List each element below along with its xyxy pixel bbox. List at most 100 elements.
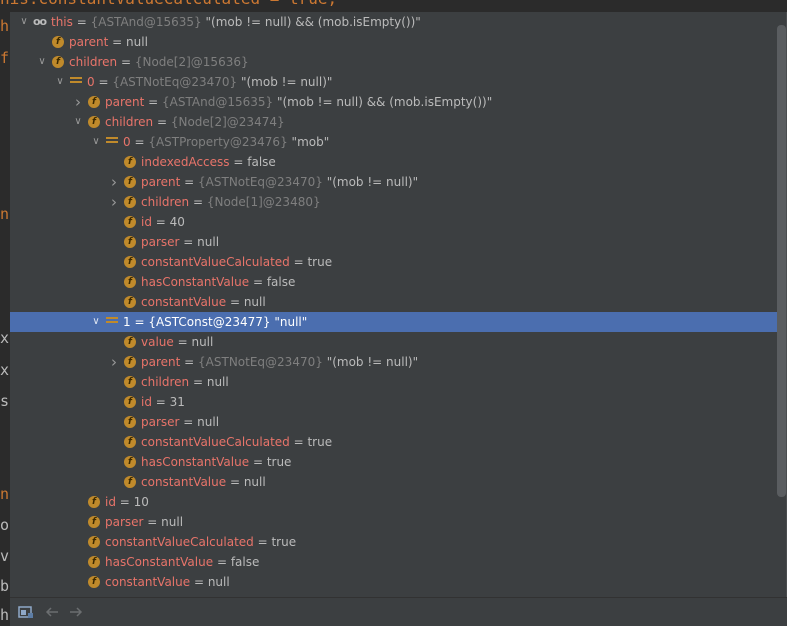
variable-name: children — [141, 195, 190, 209]
tree-row[interactable]: f hasConstantValue = false — [10, 272, 777, 292]
tree-row[interactable]: › f children = {Node[1]@23480} — [10, 192, 777, 212]
tree-row[interactable]: f id = 40 — [10, 212, 777, 232]
tree-row[interactable]: ∨ 0 = {ASTNotEq@23470} "(mob != null)" — [10, 72, 777, 92]
field-icon: f — [124, 276, 136, 288]
chevron-down-icon[interactable]: ∨ — [36, 52, 48, 72]
field-icon: f — [88, 496, 100, 508]
variable-value: false — [247, 155, 276, 169]
tree-row[interactable]: f id = 10 — [10, 492, 777, 512]
tree-row[interactable]: › f parent = {ASTNotEq@23470} "(mob != nul… — [10, 172, 777, 192]
variable-name: id — [141, 215, 152, 229]
gutter-char: x — [0, 329, 10, 347]
tree-row[interactable]: f constantValueCalculated = true — [10, 432, 777, 452]
field-icon: f — [88, 516, 100, 528]
variable-value: "(mob != null) && (mob.isEmpty())" — [276, 95, 493, 109]
tree-row-text: children = {Node[1]@23480} — [141, 195, 321, 209]
variable-value: null — [243, 295, 266, 309]
variable-name: this — [51, 15, 73, 29]
tree-row[interactable]: f constantValue = null — [10, 472, 777, 492]
field-icon: f — [124, 216, 136, 228]
chevron-down-icon[interactable]: ∨ — [90, 132, 102, 152]
field-icon: f — [88, 576, 100, 588]
variable-value: null — [191, 335, 214, 349]
chevron-right-icon[interactable]: › — [108, 352, 120, 372]
chevron-down-icon[interactable]: ∨ — [18, 12, 30, 32]
variable-name: children — [141, 375, 190, 389]
tree-row-text: id = 40 — [141, 215, 185, 229]
editor-gutter: hfnxxsnovbh — [0, 12, 10, 623]
field-icon: f — [52, 56, 64, 68]
gutter-char: o — [0, 516, 10, 534]
variable-value: true — [271, 535, 297, 549]
tree-row[interactable]: f parser = null — [10, 512, 777, 532]
chevron-down-icon[interactable]: ∨ — [90, 312, 102, 332]
tree-row[interactable]: f parent = null — [10, 32, 777, 52]
tree-row[interactable]: f parser = null — [10, 232, 777, 252]
variable-type: {ASTAnd@15635} — [90, 15, 202, 29]
debugger-variables-panel[interactable]: ∨ oo this = {ASTAnd@15635} "(mob != null) … — [10, 12, 787, 597]
tree-row-text: children = {Node[2]@23474} — [105, 115, 285, 129]
chevron-down-icon[interactable]: ∨ — [54, 72, 66, 92]
variable-name: id — [105, 495, 116, 509]
field-icon: f — [88, 116, 100, 128]
array-element-icon — [106, 317, 118, 327]
variable-value: true — [307, 255, 333, 269]
tree-row[interactable]: f parser = null — [10, 412, 777, 432]
tree-row[interactable]: › f parent = {ASTNotEq@23470} "(mob != nul… — [10, 352, 777, 372]
variable-value: null — [206, 375, 229, 389]
tree-row[interactable]: ∨ 1 = {ASTConst@23477} "null" — [10, 312, 777, 332]
field-icon: f — [124, 416, 136, 428]
tree-row[interactable]: ∨ f children = {Node[2]@23474} — [10, 112, 777, 132]
field-icon: f — [124, 336, 136, 348]
tree-row[interactable]: › f parent = {ASTAnd@15635} "(mob != null)… — [10, 92, 777, 112]
variable-value: 31 — [169, 395, 185, 409]
tree-row[interactable]: f constantValueCalculated = true — [10, 532, 777, 552]
code-text: his.constantValueCalculated = true; — [0, 0, 337, 8]
variable-name: children — [69, 55, 118, 69]
chevron-down-icon[interactable]: ∨ — [72, 112, 84, 132]
variable-value: true — [266, 455, 292, 469]
tree-row[interactable]: f constantValue = null — [10, 572, 777, 592]
chevron-right-icon[interactable]: › — [72, 92, 84, 112]
field-icon: f — [124, 256, 136, 268]
vertical-scrollbar[interactable] — [777, 25, 786, 497]
tree-row[interactable]: f constantValueCalculated = true — [10, 252, 777, 272]
variable-name: children — [105, 115, 154, 129]
watch-icon: oo — [33, 15, 47, 28]
tree-row-text: parser = null — [105, 515, 184, 529]
variable-type: {Node[1]@23480} — [206, 195, 321, 209]
tree-row[interactable]: f hasConstantValue = true — [10, 452, 777, 472]
variable-name: 0 — [123, 135, 131, 149]
forward-arrow-icon[interactable] — [68, 604, 84, 620]
field-icon: f — [52, 36, 64, 48]
layout-icon[interactable] — [18, 604, 34, 620]
variable-name: parser — [105, 515, 144, 529]
variable-type: {Node[2]@23474} — [170, 115, 285, 129]
tree-row-text: indexedAccess = false — [141, 155, 276, 169]
back-arrow-icon[interactable] — [44, 604, 60, 620]
editor-code-line: his.constantValueCalculated = true; — [0, 0, 787, 12]
variable-name: constantValueCalculated — [141, 435, 290, 449]
chevron-right-icon[interactable]: › — [108, 192, 120, 212]
tree-row[interactable]: f hasConstantValue = false — [10, 552, 777, 572]
tree-row-text: parser = null — [141, 415, 220, 429]
variable-value: null — [207, 575, 230, 589]
tree-row[interactable]: f children = null — [10, 372, 777, 392]
tree-row[interactable]: ∨ f children = {Node[2]@15636} — [10, 52, 777, 72]
tree-row[interactable]: f value = null — [10, 332, 777, 352]
tree-row-text: hasConstantValue = false — [141, 275, 296, 289]
tree-row[interactable]: ∨ 0 = {ASTProperty@23476} "mob" — [10, 132, 777, 152]
tree-row[interactable]: ∨ oo this = {ASTAnd@15635} "(mob != null) … — [10, 12, 777, 32]
gutter-char: n — [0, 485, 10, 503]
variable-name: constantValueCalculated — [141, 255, 290, 269]
tree-row[interactable]: f id = 31 — [10, 392, 777, 412]
variable-value: null — [197, 235, 220, 249]
tree-row-text: parent = {ASTNotEq@23470} "(mob != null)… — [141, 175, 419, 189]
tree-row[interactable]: f constantValue = null — [10, 292, 777, 312]
chevron-right-icon[interactable]: › — [108, 172, 120, 192]
variable-name: parent — [69, 35, 109, 49]
field-icon: f — [124, 476, 136, 488]
variable-type: {Node[2]@15636} — [134, 55, 249, 69]
variable-value: "(mob != null)" — [240, 75, 333, 89]
tree-row[interactable]: f indexedAccess = false — [10, 152, 777, 172]
